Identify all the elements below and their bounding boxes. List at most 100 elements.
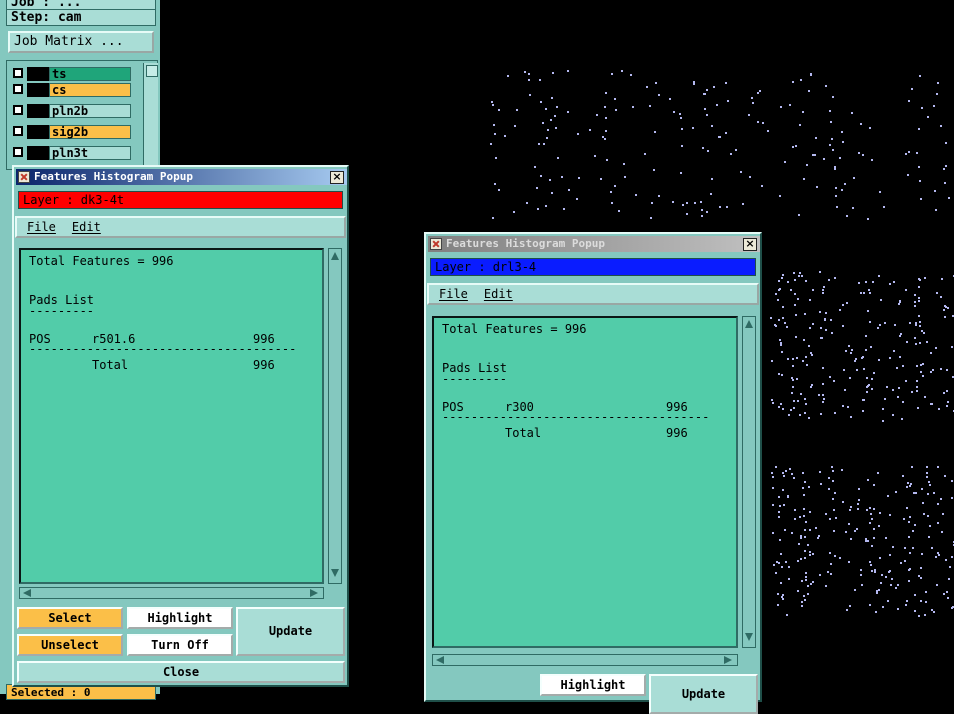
histogram-text-area[interactable]: Total Features = 996 Pads List ---------… <box>19 248 324 584</box>
title-bar[interactable]: Features Histogram Popup × <box>428 236 760 252</box>
drill-dot <box>707 150 709 152</box>
layer-checkbox[interactable] <box>13 68 23 78</box>
title-bar[interactable]: Features Histogram Popup × <box>16 169 347 185</box>
scroll-left-arrow-icon[interactable] <box>23 589 31 597</box>
vertical-scrollbar[interactable] <box>742 316 756 648</box>
layer-row-ts[interactable]: ts <box>11 67 131 81</box>
drill-dot <box>604 106 606 108</box>
drill-dot <box>935 556 937 558</box>
drill-dot <box>534 166 536 168</box>
drill-dot <box>873 528 875 530</box>
layer-checkbox[interactable] <box>13 147 23 157</box>
close-icon[interactable]: × <box>743 238 757 251</box>
menu-edit[interactable]: Edit <box>484 287 513 301</box>
drill-dot <box>807 593 809 595</box>
drill-dot <box>885 537 887 539</box>
drill-dot <box>930 352 932 354</box>
layer-list-scrollbar[interactable] <box>143 63 158 167</box>
layer-row-pln2b[interactable]: pln2b <box>11 104 131 118</box>
horizontal-scrollbar[interactable] <box>19 587 324 599</box>
drill-dot <box>878 589 880 591</box>
layer-row-pln3t[interactable]: pln3t <box>11 146 131 160</box>
turn-off-button[interactable]: Turn Off <box>127 634 233 656</box>
layer-name[interactable]: sig2b <box>49 125 131 139</box>
drill-dot <box>777 593 779 595</box>
drill-dot <box>926 472 928 474</box>
drill-dot <box>793 477 795 479</box>
layer-checkbox[interactable] <box>13 126 23 136</box>
drill-dot <box>775 572 777 574</box>
drill-dot <box>867 218 869 220</box>
layer-checkbox[interactable] <box>13 105 23 115</box>
close-icon[interactable]: × <box>330 171 344 184</box>
layer-name[interactable]: pln2b <box>49 104 131 118</box>
vertical-scrollbar[interactable] <box>328 248 342 584</box>
drill-dot <box>792 365 794 367</box>
scroll-up-arrow-icon[interactable] <box>331 252 339 260</box>
drill-dot <box>803 178 805 180</box>
drill-dot <box>870 513 872 515</box>
menu-edit[interactable]: Edit <box>72 220 101 234</box>
drill-dot <box>940 125 942 127</box>
layer-name[interactable]: ts <box>49 67 131 81</box>
unselect-button[interactable]: Unselect <box>17 634 123 656</box>
layer-checkbox[interactable] <box>13 84 23 94</box>
drill-dot <box>795 314 797 316</box>
drill-dot <box>806 164 808 166</box>
drill-dot <box>945 559 947 561</box>
histogram-text-area[interactable]: Total Features = 996 Pads List ---------… <box>432 316 738 648</box>
drill-dot <box>941 278 943 280</box>
drill-dot <box>874 571 876 573</box>
drill-dot <box>784 161 786 163</box>
layer-name[interactable]: cs <box>49 83 131 97</box>
drill-dot <box>793 400 795 402</box>
scroll-up-arrow-icon[interactable] <box>745 320 753 328</box>
drill-dot <box>906 341 908 343</box>
drill-dot <box>835 187 837 189</box>
drill-dot <box>801 601 803 603</box>
update-button[interactable]: Update <box>236 607 345 656</box>
drill-dot <box>792 386 794 388</box>
highlight-button[interactable]: Highlight <box>540 674 646 696</box>
scroll-right-arrow-icon[interactable] <box>310 589 318 597</box>
layer-name[interactable]: pln3t <box>49 146 131 160</box>
scroll-up-arrow-icon[interactable] <box>146 65 158 77</box>
select-button[interactable]: Select <box>17 607 123 629</box>
update-button[interactable]: Update <box>649 674 758 714</box>
drill-dot <box>947 401 949 403</box>
drill-dot <box>800 535 802 537</box>
scroll-down-arrow-icon[interactable] <box>745 633 753 641</box>
layer-row-cs[interactable]: cs <box>11 83 131 97</box>
close-button[interactable]: Close <box>17 661 345 683</box>
drill-dot <box>796 378 798 380</box>
drill-dot <box>610 191 612 193</box>
menu-file[interactable]: File <box>439 287 468 301</box>
layer-row-sig2b[interactable]: sig2b <box>11 125 131 139</box>
drill-dot <box>780 106 782 108</box>
drill-dot <box>922 502 924 504</box>
scroll-left-arrow-icon[interactable] <box>436 656 444 664</box>
drill-dot <box>719 136 721 138</box>
drill-dot <box>810 74 812 76</box>
menu-file[interactable]: File <box>27 220 56 234</box>
drill-dot <box>948 197 950 199</box>
drill-dot <box>706 114 708 116</box>
horizontal-scrollbar[interactable] <box>432 654 738 666</box>
drill-dot <box>514 125 516 127</box>
step-label: Step: cam <box>6 9 156 26</box>
drill-dot <box>725 132 727 134</box>
highlight-button[interactable]: Highlight <box>127 607 233 629</box>
drill-dot <box>904 547 906 549</box>
scroll-down-arrow-icon[interactable] <box>331 569 339 577</box>
drill-dot <box>804 550 806 552</box>
drill-dot <box>858 488 860 490</box>
drill-dot <box>555 127 557 129</box>
drill-dot <box>884 322 886 324</box>
job-matrix-button[interactable]: Job Matrix ... <box>8 31 154 53</box>
drill-dot <box>803 595 805 597</box>
drill-dot <box>921 553 923 555</box>
layer-color-swatch <box>27 146 49 160</box>
drill-dot <box>900 333 902 335</box>
scroll-right-arrow-icon[interactable] <box>724 656 732 664</box>
drill-dot <box>789 104 791 106</box>
